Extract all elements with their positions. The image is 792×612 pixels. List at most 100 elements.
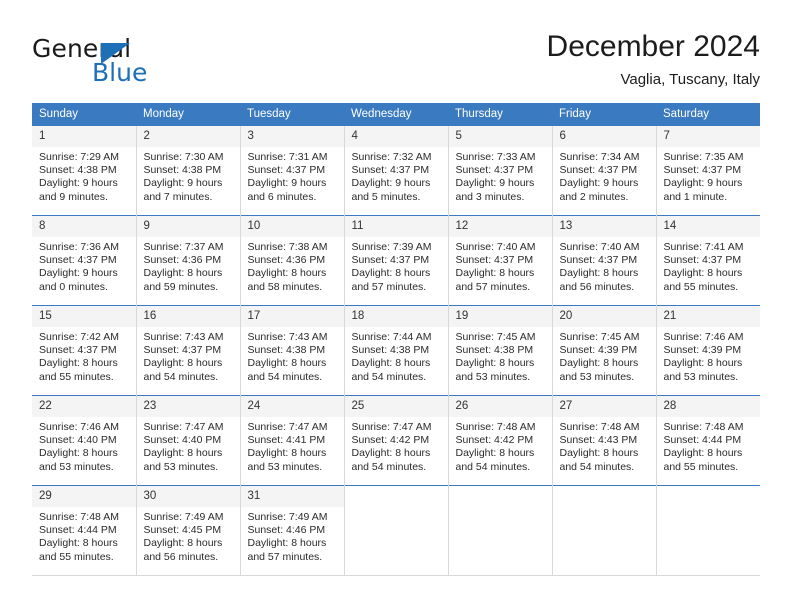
- daylight-duration-line1: Daylight: 8 hours: [247, 267, 327, 280]
- sunset-time: Sunset: 4:37 PM: [143, 344, 222, 357]
- sunset-time: Sunset: 4:36 PM: [247, 254, 326, 267]
- day-details: Sunrise: 7:33 AM Sunset: 4:37 PM Daylight:…: [449, 147, 552, 204]
- sunset-time: Sunset: 4:37 PM: [39, 344, 117, 357]
- day-details: Sunrise: 7:37 AM Sunset: 4:36 PM Daylight:…: [137, 237, 240, 294]
- sunrise-time: Sunrise: 7:49 AM: [143, 511, 224, 523]
- calendar-day-cell[interactable]: 25 Sunrise: 7:47 AM Sunset: 4:42 PM Dayligh…: [343, 395, 448, 486]
- sunrise-time: Sunrise: 7:47 AM: [247, 421, 328, 433]
- sunrise-time: Sunrise: 7:49 AM: [247, 511, 328, 523]
- sunset-time: Sunset: 4:37 PM: [455, 164, 534, 177]
- generalblue-logo[interactable]: General Blue: [32, 34, 232, 90]
- calendar-day-cell[interactable]: 11 Sunrise: 7:39 AM Sunset: 4:37 PM Dayligh…: [343, 215, 448, 306]
- sunset-time: Sunset: 4:36 PM: [143, 254, 222, 267]
- calendar-table: Sunday Monday Tuesday Wednesday Thursday…: [32, 103, 760, 576]
- calendar-day-cell[interactable]: 28 Sunrise: 7:48 AM Sunset: 4:44 PM Dayligh…: [655, 395, 760, 486]
- daylight-duration-line1: Daylight: 9 hours: [247, 177, 327, 190]
- sunrise-time: Sunrise: 7:41 AM: [663, 241, 744, 253]
- day-details: Sunrise: 7:32 AM Sunset: 4:37 PM Daylight:…: [345, 147, 448, 204]
- calendar-day-cell[interactable]: 7 Sunrise: 7:35 AM Sunset: 4:37 PM Daylight…: [655, 125, 760, 216]
- daylight-duration-line2: and 54 minutes.: [559, 460, 635, 473]
- daylight-duration-line2: and 56 minutes.: [143, 550, 219, 563]
- sunset-time: Sunset: 4:39 PM: [663, 344, 742, 357]
- sunrise-time: Sunrise: 7:32 AM: [351, 151, 432, 163]
- day-number: 22: [32, 396, 136, 417]
- calendar-day-cell[interactable]: 26 Sunrise: 7:48 AM Sunset: 4:42 PM Dayligh…: [447, 395, 552, 486]
- sunset-time: Sunset: 4:37 PM: [351, 254, 430, 267]
- day-details: Sunrise: 7:30 AM Sunset: 4:38 PM Daylight:…: [137, 147, 240, 204]
- sunrise-time: Sunrise: 7:38 AM: [247, 241, 328, 253]
- day-number: 18: [344, 306, 448, 327]
- day-details: Sunrise: 7:48 AM Sunset: 4:42 PM Daylight:…: [449, 417, 552, 474]
- calendar-grid: Sunday Monday Tuesday Wednesday Thursday…: [32, 103, 760, 576]
- daylight-duration-line2: and 53 minutes.: [247, 460, 323, 473]
- daylight-duration-line1: Daylight: 8 hours: [143, 357, 223, 370]
- calendar-day-cell[interactable]: 31 Sunrise: 7:49 AM Sunset: 4:46 PM Dayligh…: [239, 485, 344, 576]
- calendar-day-cell[interactable]: 23 Sunrise: 7:47 AM Sunset: 4:40 PM Dayligh…: [135, 395, 240, 486]
- day-details: Sunrise: 7:41 AM Sunset: 4:37 PM Daylight:…: [657, 237, 761, 294]
- calendar-day-cell[interactable]: 12 Sunrise: 7:40 AM Sunset: 4:37 PM Dayligh…: [447, 215, 552, 306]
- calendar-week-row: 29 Sunrise: 7:48 AM Sunset: 4:44 PM Dayligh…: [32, 485, 760, 576]
- daylight-duration-line1: Daylight: 8 hours: [351, 267, 431, 280]
- daylight-duration-line1: Daylight: 9 hours: [559, 177, 639, 190]
- weekday-header-wednesday: Wednesday: [344, 103, 448, 126]
- day-details: Sunrise: 7:44 AM Sunset: 4:38 PM Daylight:…: [345, 327, 448, 384]
- day-number: 27: [552, 396, 656, 417]
- calendar-week-row: 1 Sunrise: 7:29 AM Sunset: 4:38 PM Daylight…: [32, 125, 760, 216]
- calendar-day-cell[interactable]: 13 Sunrise: 7:40 AM Sunset: 4:37 PM Dayligh…: [551, 215, 656, 306]
- calendar-day-cell[interactable]: 29 Sunrise: 7:48 AM Sunset: 4:44 PM Dayligh…: [32, 485, 136, 576]
- day-number: [552, 486, 656, 507]
- calendar-page: General Blue December 2024 Vaglia, Tusca…: [0, 0, 792, 612]
- weekday-header-sunday: Sunday: [32, 103, 136, 126]
- weekday-header-friday: Friday: [552, 103, 656, 126]
- day-number: [656, 486, 760, 507]
- sunset-time: Sunset: 4:37 PM: [559, 164, 638, 177]
- calendar-day-cell[interactable]: 18 Sunrise: 7:44 AM Sunset: 4:38 PM Dayligh…: [343, 305, 448, 396]
- sunrise-time: Sunrise: 7:48 AM: [455, 421, 536, 433]
- day-details: Sunrise: 7:48 AM Sunset: 4:44 PM Daylight:…: [32, 507, 136, 564]
- calendar-day-cell[interactable]: 9 Sunrise: 7:37 AM Sunset: 4:36 PM Daylight…: [135, 215, 240, 306]
- daylight-duration-line1: Daylight: 8 hours: [143, 267, 223, 280]
- daylight-duration-line1: Daylight: 8 hours: [143, 537, 223, 550]
- sunrise-time: Sunrise: 7:43 AM: [143, 331, 224, 343]
- day-number: 31: [240, 486, 344, 507]
- day-number: 26: [448, 396, 552, 417]
- calendar-day-cell[interactable]: 14 Sunrise: 7:41 AM Sunset: 4:37 PM Dayligh…: [655, 215, 761, 306]
- calendar-day-cell[interactable]: 15 Sunrise: 7:42 AM Sunset: 4:37 PM Dayligh…: [32, 305, 136, 396]
- sunset-time: Sunset: 4:37 PM: [455, 254, 534, 267]
- calendar-day-cell[interactable]: 3 Sunrise: 7:31 AM Sunset: 4:37 PM Daylight…: [239, 125, 344, 216]
- day-details: Sunrise: 7:49 AM Sunset: 4:45 PM Daylight:…: [137, 507, 240, 564]
- calendar-day-cell[interactable]: 19 Sunrise: 7:45 AM Sunset: 4:38 PM Dayligh…: [447, 305, 552, 396]
- calendar-day-cell[interactable]: 4 Sunrise: 7:32 AM Sunset: 4:37 PM Daylight…: [343, 125, 448, 216]
- calendar-day-cell[interactable]: 16 Sunrise: 7:43 AM Sunset: 4:37 PM Dayligh…: [135, 305, 240, 396]
- calendar-day-cell[interactable]: 5 Sunrise: 7:33 AM Sunset: 4:37 PM Daylight…: [447, 125, 552, 216]
- calendar-day-cell[interactable]: 20 Sunrise: 7:45 AM Sunset: 4:39 PM Dayligh…: [551, 305, 656, 396]
- daylight-duration-line2: and 57 minutes.: [247, 550, 323, 563]
- daylight-duration-line2: and 55 minutes.: [39, 550, 114, 563]
- calendar-day-cell[interactable]: 2 Sunrise: 7:30 AM Sunset: 4:38 PM Daylight…: [135, 125, 240, 216]
- calendar-day-cell[interactable]: 17 Sunrise: 7:43 AM Sunset: 4:38 PM Dayligh…: [239, 305, 344, 396]
- day-number: 10: [240, 216, 344, 237]
- calendar-day-cell[interactable]: 30 Sunrise: 7:49 AM Sunset: 4:45 PM Dayligh…: [135, 485, 240, 576]
- day-details: Sunrise: 7:31 AM Sunset: 4:37 PM Daylight:…: [241, 147, 344, 204]
- calendar-day-cell[interactable]: 27 Sunrise: 7:48 AM Sunset: 4:43 PM Dayligh…: [551, 395, 656, 486]
- calendar-day-cell[interactable]: 6 Sunrise: 7:34 AM Sunset: 4:37 PM Daylight…: [551, 125, 656, 216]
- calendar-day-cell[interactable]: 1 Sunrise: 7:29 AM Sunset: 4:38 PM Daylight…: [32, 125, 136, 216]
- daylight-duration-line2: and 55 minutes.: [39, 370, 114, 383]
- day-details: Sunrise: 7:47 AM Sunset: 4:40 PM Daylight:…: [137, 417, 240, 474]
- title-block: December 2024 Vaglia, Tuscany, Italy: [547, 28, 760, 91]
- calendar-day-cell[interactable]: 24 Sunrise: 7:47 AM Sunset: 4:41 PM Dayligh…: [239, 395, 344, 486]
- calendar-day-cell[interactable]: 21 Sunrise: 7:46 AM Sunset: 4:39 PM Dayligh…: [655, 305, 760, 396]
- day-details: Sunrise: 7:43 AM Sunset: 4:38 PM Daylight:…: [241, 327, 344, 384]
- calendar-day-cell[interactable]: 22 Sunrise: 7:46 AM Sunset: 4:40 PM Dayligh…: [32, 395, 136, 486]
- daylight-duration-line1: Daylight: 8 hours: [663, 357, 743, 370]
- sunrise-time: Sunrise: 7:29 AM: [39, 151, 119, 163]
- daylight-duration-line2: and 6 minutes.: [247, 190, 317, 203]
- day-number: 6: [552, 126, 656, 147]
- calendar-day-cell[interactable]: 10 Sunrise: 7:38 AM Sunset: 4:36 PM Dayligh…: [239, 215, 344, 306]
- sunset-time: Sunset: 4:38 PM: [39, 164, 117, 177]
- daylight-duration-line2: and 55 minutes.: [663, 280, 739, 293]
- daylight-duration-line2: and 57 minutes.: [455, 280, 531, 293]
- sunset-time: Sunset: 4:41 PM: [247, 434, 326, 447]
- sunset-time: Sunset: 4:42 PM: [351, 434, 430, 447]
- calendar-day-cell[interactable]: 8 Sunrise: 7:36 AM Sunset: 4:37 PM Daylight…: [32, 215, 136, 306]
